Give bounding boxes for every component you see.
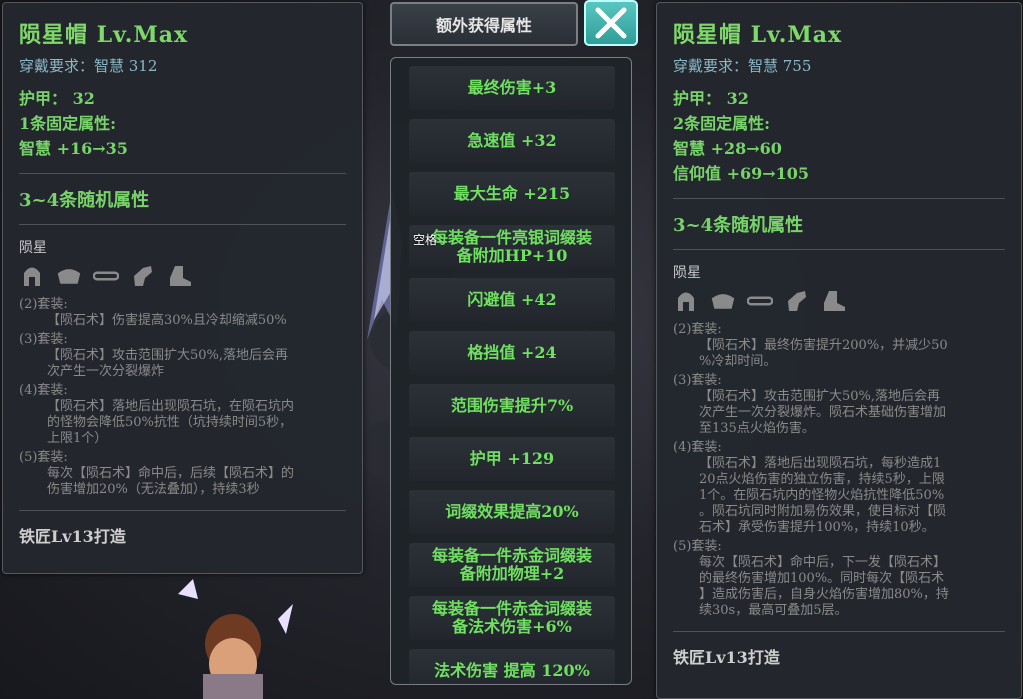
attr-item: 最大生命 +215 xyxy=(409,172,615,216)
set-name: 陨星 xyxy=(19,240,47,256)
item-title: 陨星帽 Lv.Max xyxy=(673,22,843,48)
player-character xyxy=(178,579,293,699)
helmet-icon[interactable] xyxy=(673,288,699,314)
attr-item: 法术伤害 提高 120% xyxy=(409,649,615,684)
set-bonus-5-text: 续30s，最高可叠加5层。 xyxy=(699,603,848,618)
glove-icon[interactable] xyxy=(784,288,810,314)
attr-item: 最终伤害+3 xyxy=(409,66,615,110)
attr-item: 词缀效果提高20% xyxy=(409,490,615,534)
set-bonus-2-head: (2)套装: xyxy=(673,322,722,337)
set-bonus-4-text: 20点火焰伤害的独立伤害，持续5秒，上限 xyxy=(699,472,945,487)
set-bonus-5-head: (5)套装: xyxy=(19,450,68,465)
extra-attributes-list[interactable]: 最终伤害+3 急速值 +32 最大生命 +215 每装备一件亮银词缀装 备附加HP… xyxy=(390,57,632,685)
fixed-attr-header: 1条固定属性: xyxy=(19,114,117,133)
attr-item: 范围伤害提升7% xyxy=(409,384,615,428)
set-bonus-2-text: 【陨石术】最终伤害提升200%，并减少50 xyxy=(699,338,948,353)
left-item-tooltip: 陨星帽 Lv.Max 穿戴要求：智慧 312 护甲： 32 1条固定属性: 智慧… xyxy=(2,2,363,574)
set-bonus-4-text: 的怪物会降低50%抗性（坑持续时间5秒， xyxy=(47,415,293,430)
attr-item: 每装备一件赤金词缀装 备法术伤害+6% xyxy=(409,596,615,640)
set-bonus-2-head: (2)套装: xyxy=(19,297,68,312)
boot-icon[interactable] xyxy=(167,263,193,289)
extra-attributes-tab[interactable]: 额外获得属性 xyxy=(390,2,578,46)
fixed-attr: 信仰值 +69→105 xyxy=(673,164,810,183)
crafter-label: 铁匠Lv13打造 xyxy=(19,527,126,546)
close-button[interactable] xyxy=(584,0,638,46)
set-bonus-4-text: 1个。在陨石坑内的怪物火焰抗性降低50% xyxy=(699,488,945,503)
glove-icon[interactable] xyxy=(130,263,156,289)
set-bonus-5-text: 每次【陨石术】命中后，后续【陨石术】的 xyxy=(47,466,295,481)
divider xyxy=(673,198,1005,199)
fixed-attr-header: 2条固定属性: xyxy=(673,114,771,133)
close-icon xyxy=(595,7,627,39)
right-item-tooltip: 陨星帽 Lv.Max 穿戴要求：智慧 755 护甲： 32 2条固定属性: 智慧… xyxy=(656,2,1022,699)
attr-item: 格挡值 +24 xyxy=(409,331,615,375)
wear-requirement: 穿戴要求：智慧 312 xyxy=(19,57,158,75)
shoulder-armor-icon[interactable] xyxy=(56,263,82,289)
divider xyxy=(19,510,346,511)
attr-item: 护甲 +129 xyxy=(409,437,615,481)
armor-stat: 护甲： 32 xyxy=(19,89,95,108)
set-bonus-3-text: 【陨石术】攻击范围扩大50%,落地后会再 xyxy=(47,348,289,363)
helmet-icon[interactable] xyxy=(19,263,45,289)
set-bonus-5-text: 】造成伤害后，自身火焰伤害增加80%，持 xyxy=(699,587,949,602)
set-bonus-4-text: 石术】承受伤害提升100%，持续10秒。 xyxy=(699,520,935,535)
set-bonus-4-head: (4)套装: xyxy=(673,440,722,455)
set-bonus-3-text: 至135点火焰伤害。 xyxy=(699,421,815,436)
random-attr-header: 3~4条随机属性 xyxy=(19,190,150,211)
set-name: 陨星 xyxy=(673,265,701,281)
set-bonus-3-head: (3)套装: xyxy=(19,332,68,347)
divider xyxy=(19,173,346,174)
crafter-label: 铁匠Lv13打造 xyxy=(673,648,780,667)
set-bonus-4-text: 上限1个） xyxy=(47,431,108,446)
set-bonus-3-text: 次产生一次分裂爆炸。陨石术基础伤害增加 xyxy=(699,405,947,420)
space-key-hint: 空格 xyxy=(413,233,438,247)
set-bonus-5-text: 每次【陨石术】命中后，下一发【陨石术】 xyxy=(699,555,947,570)
set-bonus-4-text: 。陨石坑同时附加易伤效果，使目标对【陨 xyxy=(699,504,947,519)
shoulder-armor-icon[interactable] xyxy=(710,288,736,314)
set-bonus-2-text: %冷却时间。 xyxy=(699,354,777,369)
attr-item: 急速值 +32 xyxy=(409,119,615,163)
belt-icon[interactable] xyxy=(93,263,119,289)
set-bonus-2-text: 【陨石术】伤害提高30%且冷却缩减50% xyxy=(47,313,287,328)
fixed-attr: 智慧 +28→60 xyxy=(673,139,782,158)
divider xyxy=(19,224,346,225)
set-icons xyxy=(19,263,346,289)
divider xyxy=(673,631,1005,632)
attr-item: 每装备一件赤金词缀装 备附加物理+2 xyxy=(409,543,615,587)
armor-stat: 护甲： 32 xyxy=(673,89,749,108)
set-bonus-3-head: (3)套装: xyxy=(673,373,722,388)
set-bonus-5-text: 伤害增加20%（无法叠加），持续3秒 xyxy=(47,482,260,497)
set-bonus-4-head: (4)套装: xyxy=(19,383,68,398)
random-attr-header: 3~4条随机属性 xyxy=(673,215,804,236)
belt-icon[interactable] xyxy=(747,288,773,314)
set-bonus-5-head: (5)套装: xyxy=(673,539,722,554)
attr-item: 闪避值 +42 xyxy=(409,278,615,322)
set-icons xyxy=(673,288,1005,314)
set-bonus-4-text: 【陨石术】落地后出现陨石坑，每秒造成1 xyxy=(699,456,942,471)
set-bonus-3-text: 次产生一次分裂爆炸 xyxy=(47,364,165,379)
set-bonus-5-text: 的最终伤害增加100%。同时每次【陨石术 xyxy=(699,571,945,586)
fixed-attr: 智慧 +16→35 xyxy=(19,139,128,158)
boot-icon[interactable] xyxy=(821,288,847,314)
item-title: 陨星帽 Lv.Max xyxy=(19,22,189,48)
attr-item: 每装备一件亮银词缀装 备附加HP+10 xyxy=(409,225,615,269)
divider xyxy=(673,249,1005,250)
set-bonus-3-text: 【陨石术】攻击范围扩大50%,落地后会再 xyxy=(699,389,941,404)
wear-requirement: 穿戴要求：智慧 755 xyxy=(673,57,812,75)
set-bonus-4-text: 【陨石术】落地后出现陨石坑，在陨石坑内 xyxy=(47,399,295,414)
